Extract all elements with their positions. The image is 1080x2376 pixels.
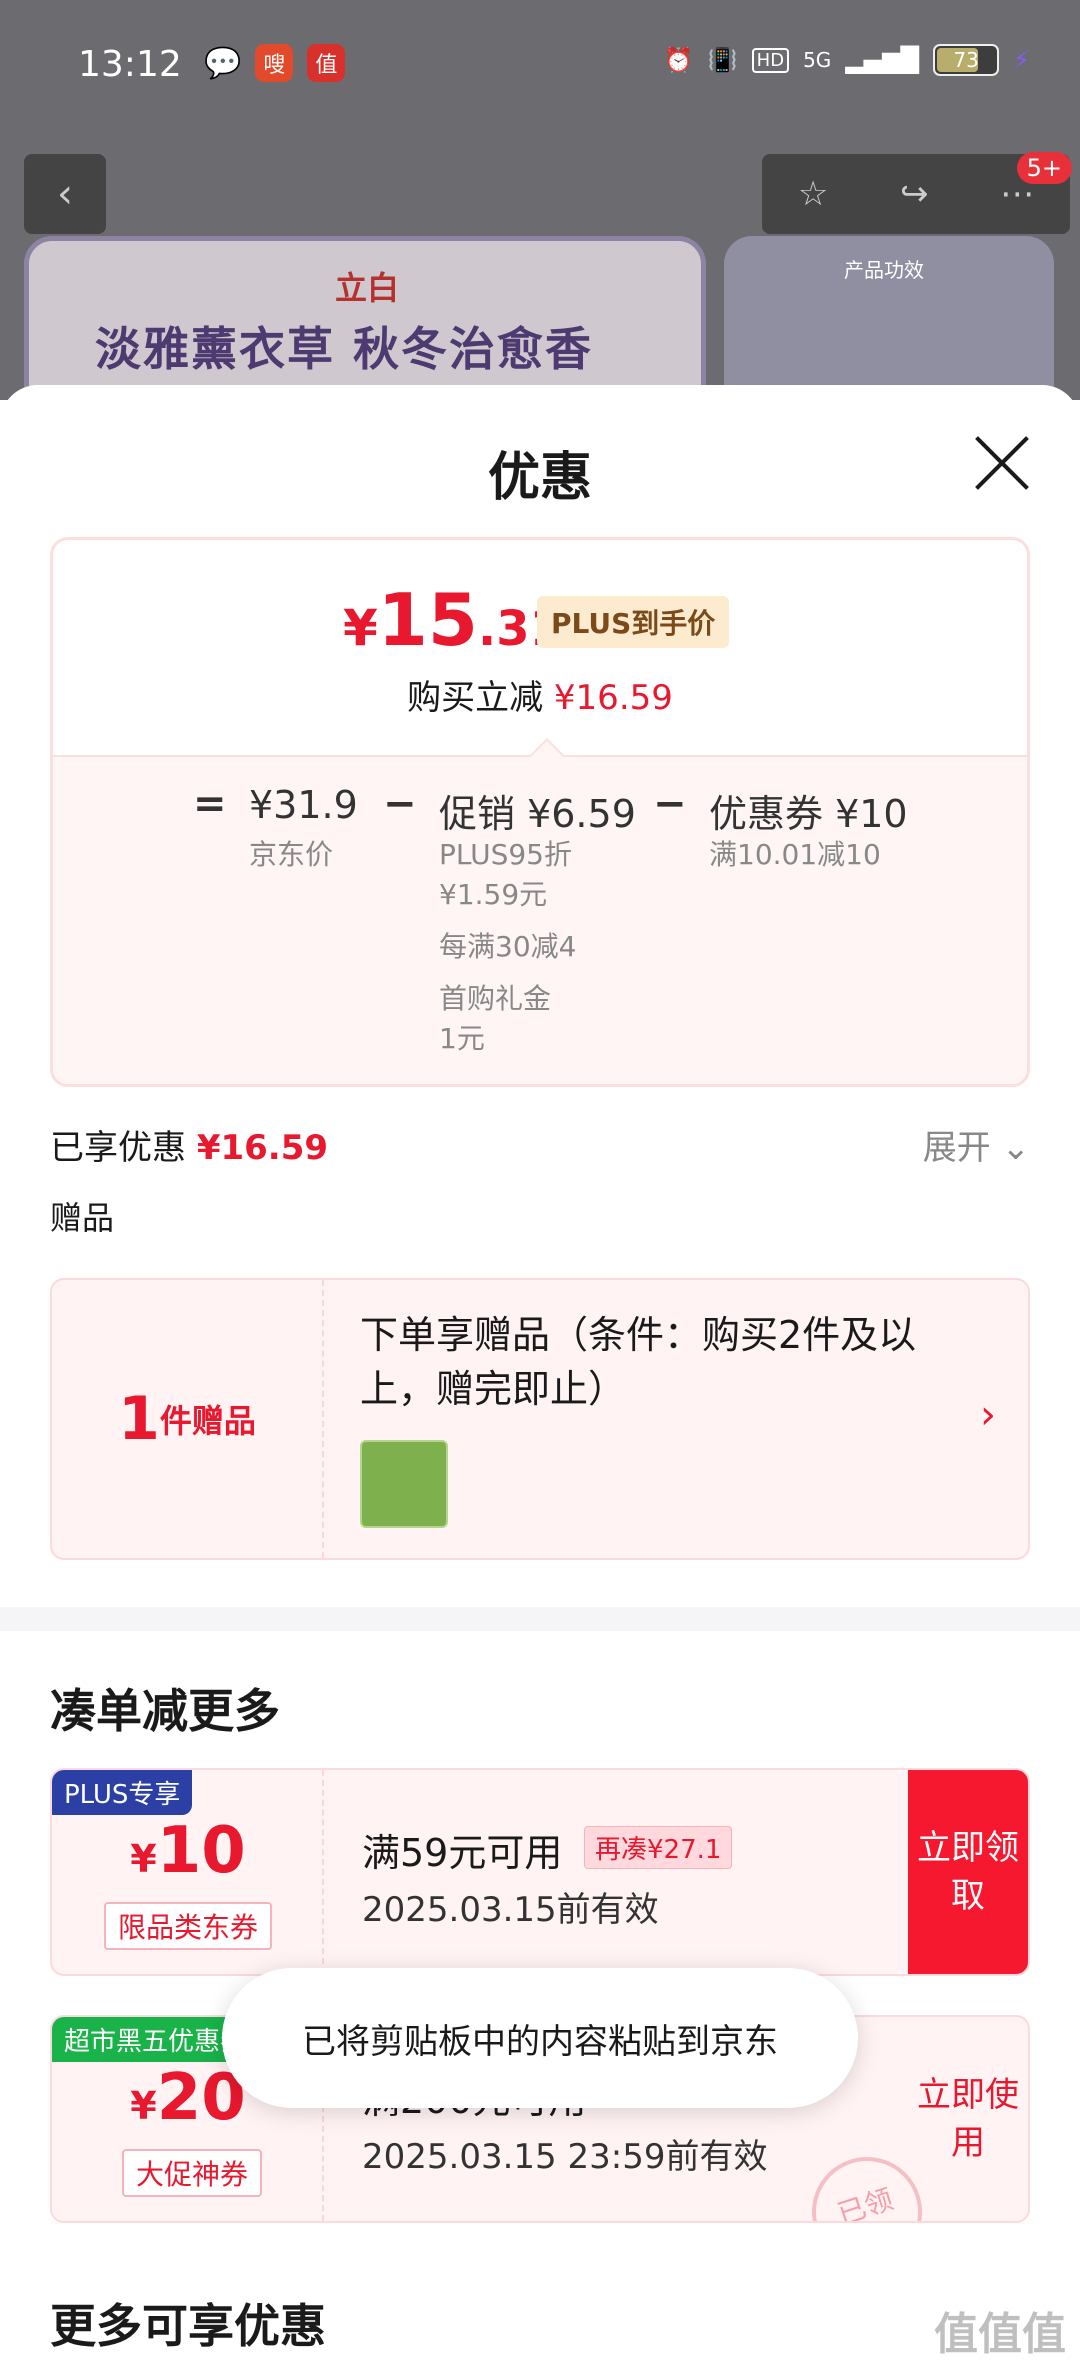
brand-logo: 立白 (335, 269, 400, 307)
coupon-tag: PLUS专享 (52, 1770, 193, 1815)
promo-value: 促销 ¥6.59 (439, 792, 636, 836)
section-divider (0, 1607, 1080, 1631)
chevron-right-icon: › (980, 1392, 996, 1438)
site-watermark: 值值值 (934, 2309, 1066, 2360)
coupon-expiry: 2025.03.15前有效 (362, 1890, 659, 1930)
coupon-card: PLUS专享 ¥10 限品类东券 满59元可用 再凑¥27.1 2025.03.… (50, 1768, 1030, 1976)
jd-price-label: 京东价 (249, 838, 334, 871)
back-button[interactable]: ‹ (24, 154, 106, 234)
plus-price-tag: PLUS到手价 (537, 596, 730, 648)
coupon-amount: ¥10 (130, 1814, 246, 1888)
app-icon-2: 值 (307, 44, 346, 82)
enjoyed-discount: 已享优惠 ¥16.59 (50, 1128, 329, 1168)
claim-coupon-button[interactable]: 立即领取 (908, 1770, 1028, 1974)
minus-sign-2: − (653, 781, 687, 827)
favorite-icon[interactable]: ☆ (798, 174, 828, 214)
coupon-value: 优惠券 ¥10 (709, 792, 908, 836)
message-badge: 5+ (1016, 152, 1072, 184)
final-price: ¥15.31 (343, 578, 564, 662)
coupon-expiry: 2025.03.15 23:59前有效 (362, 2137, 768, 2177)
expand-button[interactable]: 展开 ⌄ (923, 1120, 1030, 1169)
chevron-down-icon: ⌄ (1001, 1128, 1031, 1168)
coupon-label: 满10.01减10 (709, 838, 881, 871)
close-icon[interactable] (974, 435, 1030, 491)
banner-right-title: 产品功效 (844, 258, 924, 282)
promo-details: PLUS95折 ¥1.59元 每满30减4 首购礼金 1元 (439, 838, 577, 1055)
coupon-kind: 大促神券 (122, 2149, 263, 2197)
coupon-left: PLUS专享 ¥10 限品类东券 (52, 1770, 324, 1974)
gift-description: 下单享赠品（条件：购买2件及以上，赠完即止） (360, 1313, 917, 1411)
signal-icon: ▂▄▆█ (845, 46, 920, 74)
minus-sign: − (383, 781, 417, 827)
banner-title: 淡雅薰衣草 秋冬治愈香 (95, 322, 594, 376)
toast-message: 已将剪贴板中的内容粘贴到京东 (222, 1968, 858, 2108)
gift-section-label: 赠品 (50, 1199, 115, 1237)
vibrate-icon: 📳 (707, 46, 738, 74)
product-image-2: 产品功效 (724, 236, 1054, 400)
sheet-title: 优惠 (487, 448, 592, 508)
product-banner: 立白 淡雅薰衣草 秋冬治愈香 (24, 236, 706, 400)
coupon-chip: 再凑¥27.1 (584, 1826, 733, 1869)
network-label: 5G (803, 48, 832, 72)
hd-icon: HD (751, 47, 790, 73)
charging-icon: ⚡ (1013, 46, 1030, 74)
gift-thumbnail (360, 1440, 448, 1528)
coupon-condition: 满59元可用 (362, 1831, 563, 1875)
use-coupon-button[interactable]: 立即使用 (908, 2017, 1028, 2221)
wechat-icon: 💬 (204, 45, 242, 81)
status-time: 13:12 (78, 44, 182, 85)
battery-icon: 73 (933, 44, 1000, 76)
instant-cut: 购买立减 ¥16.59 (407, 678, 673, 718)
gift-card[interactable]: 1 件赠品 下单享赠品（条件：购买2件及以上，赠完即止） › (50, 1278, 1030, 1560)
breakdown-area: = ¥31.9 京东价 − 促销 ¥6.59 PLUS95折 ¥1.59元 每满… (53, 755, 1027, 1084)
price-breakdown-card: ¥15.31 PLUS到手价 购买立减 ¥16.59 = ¥31.9 京东价 −… (50, 537, 1030, 1087)
app-icon-1: 嗖 (255, 44, 294, 82)
equals-sign: = (193, 781, 227, 827)
more-benefits-title: 更多可享优惠 (50, 2299, 326, 2353)
alarm-icon: ⏰ (663, 46, 694, 74)
more-discount-title: 凑单减更多 (50, 1684, 280, 1738)
share-icon[interactable]: ↪ (900, 174, 929, 214)
status-bar: 13:12 💬 嗖 值 ⏰ 📳 HD 5G ▂▄▆█ 73 ⚡ (0, 0, 1080, 130)
coupon-kind: 限品类东券 (104, 1902, 273, 1950)
gift-count: 1 件赠品 (52, 1280, 324, 1558)
product-background: 13:12 💬 嗖 值 ⏰ 📳 HD 5G ▂▄▆█ 73 ⚡ ‹ ☆ ↪ ⋯ … (0, 0, 1080, 400)
jd-price-value: ¥31.9 (249, 783, 358, 827)
